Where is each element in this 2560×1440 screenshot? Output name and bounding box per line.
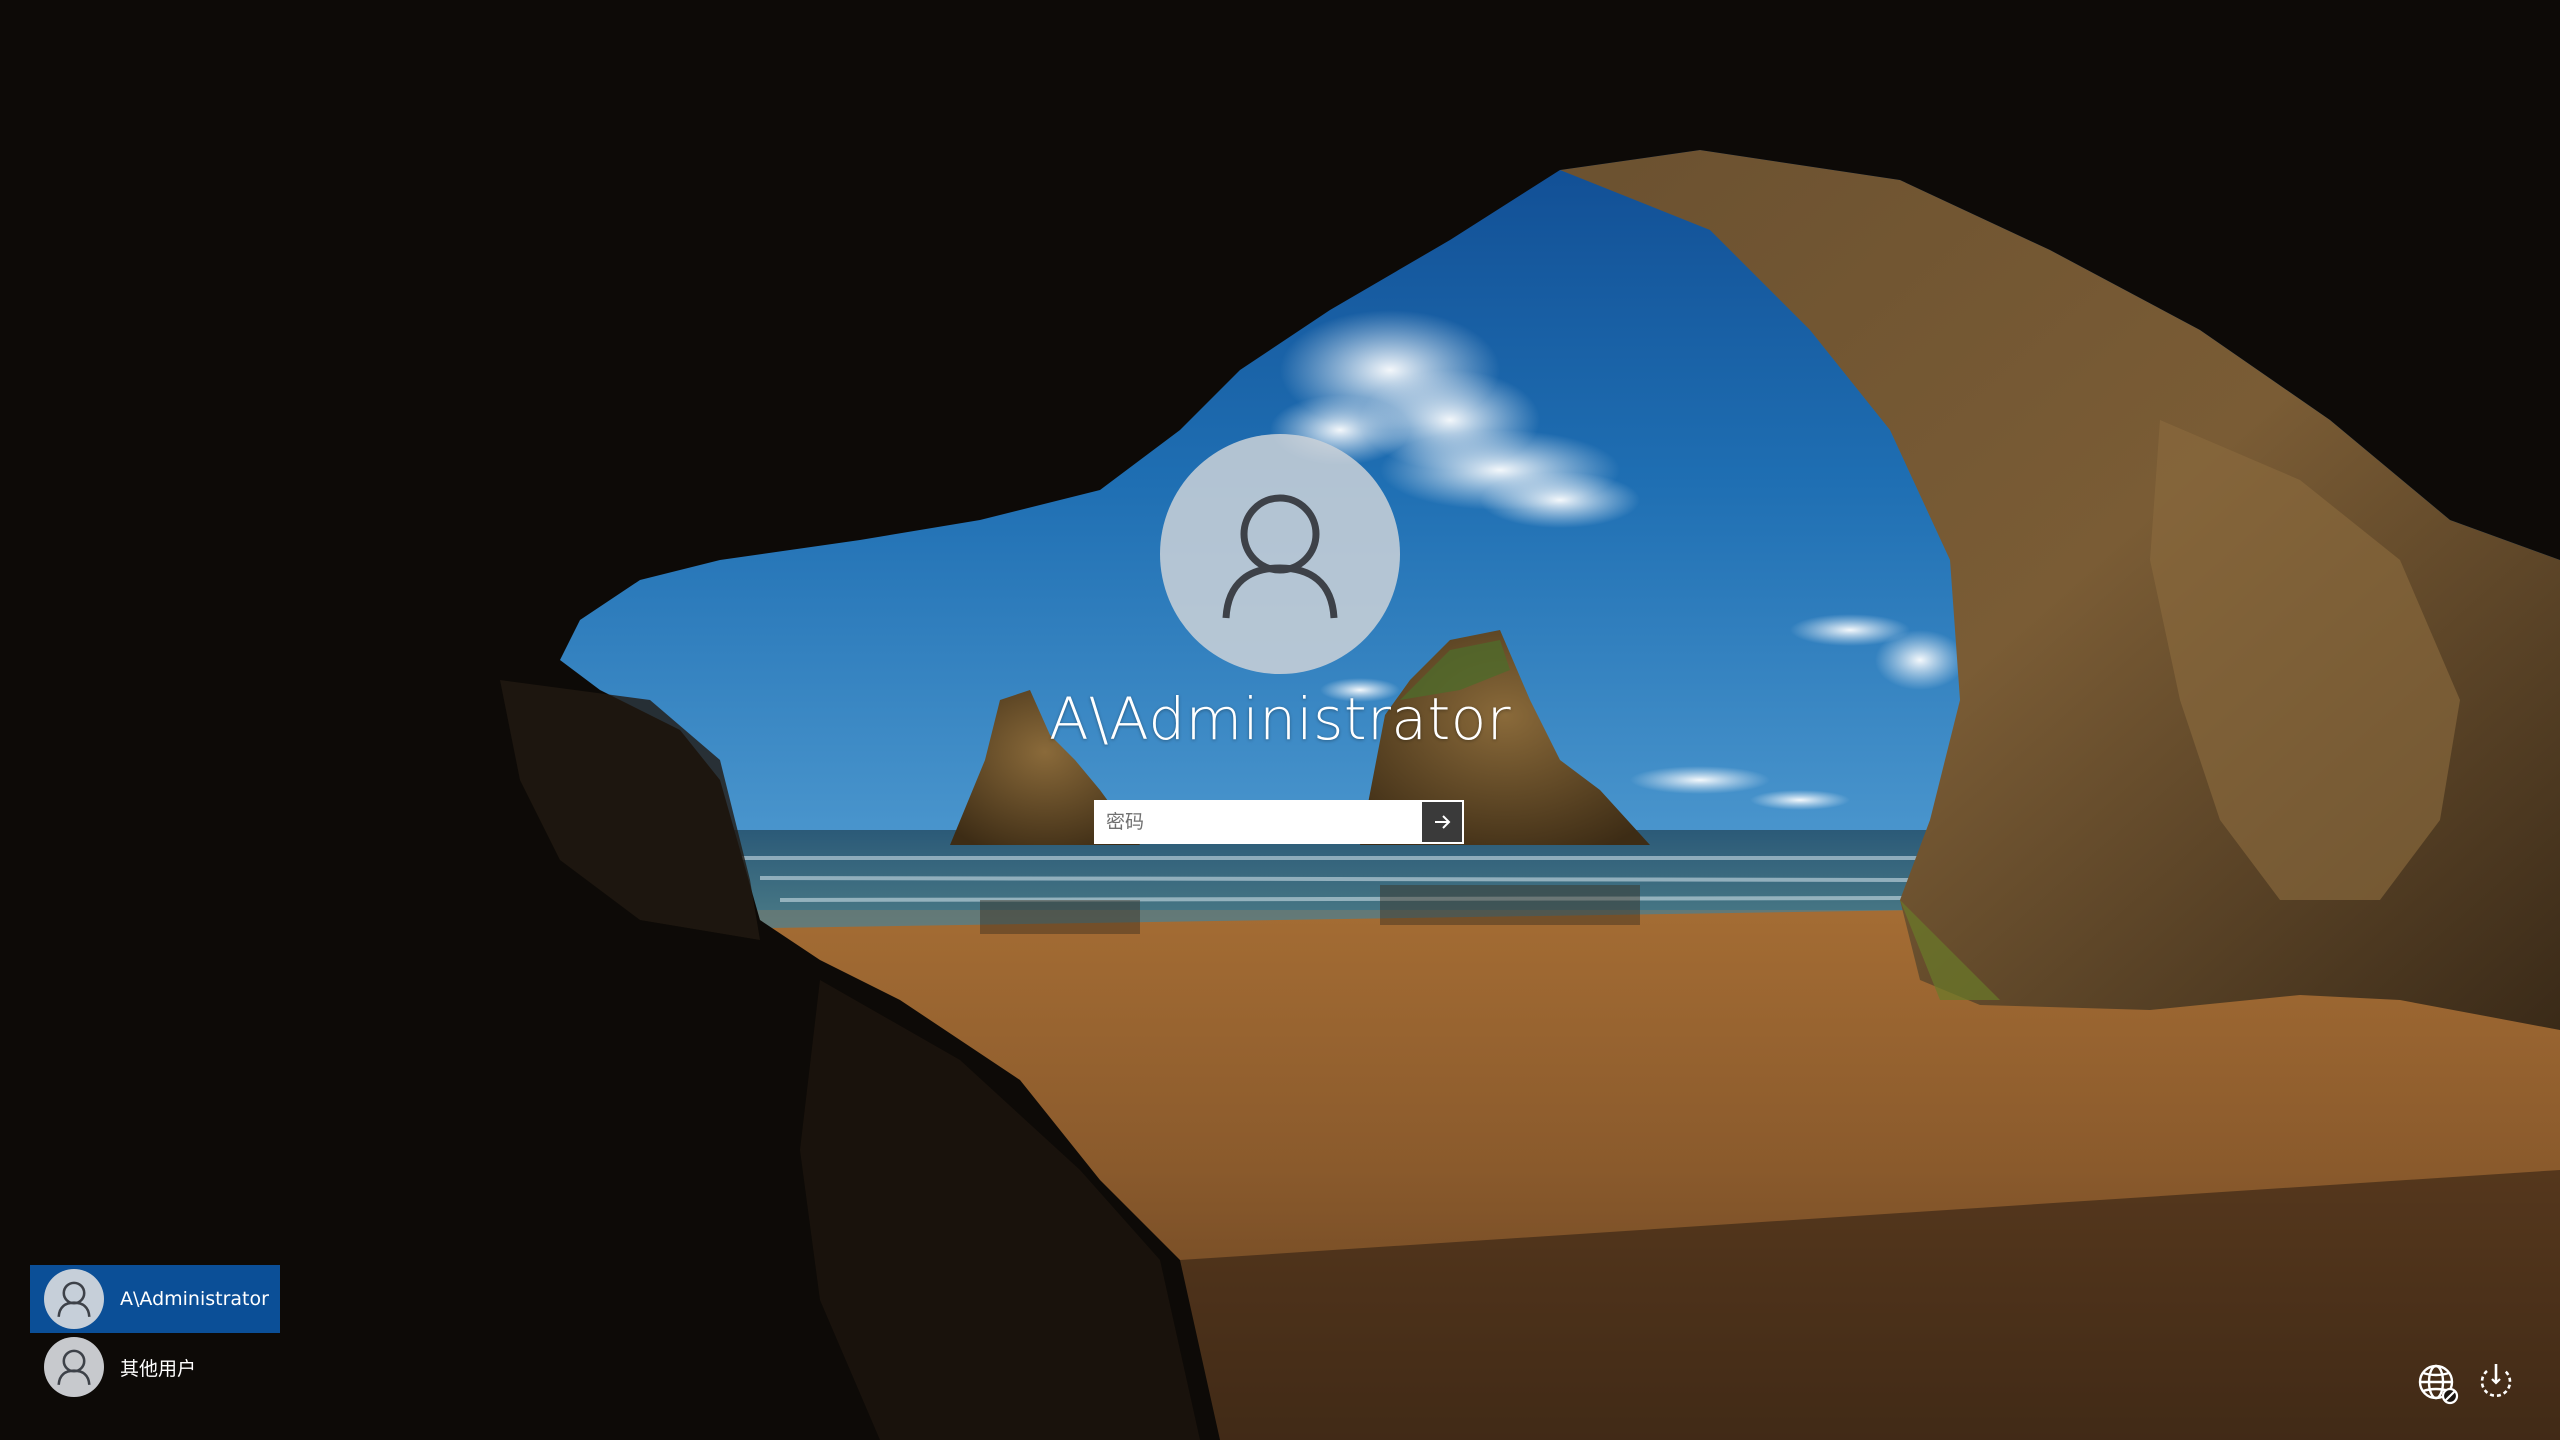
password-input[interactable] bbox=[1094, 800, 1422, 844]
user-icon bbox=[57, 1281, 91, 1317]
user-avatar bbox=[44, 1269, 104, 1329]
power-icon bbox=[2480, 1364, 2512, 1398]
user-tile-label: A\Administrator bbox=[120, 1288, 269, 1310]
globe-no-connection-icon bbox=[2418, 1364, 2459, 1405]
network-button[interactable] bbox=[2414, 1360, 2462, 1408]
submit-button[interactable] bbox=[1422, 800, 1464, 844]
user-icon bbox=[1222, 494, 1338, 619]
user-tile-label: 其他用户 bbox=[120, 1357, 197, 1380]
arrow-right-icon bbox=[1435, 815, 1451, 829]
user-tile-other-user[interactable]: 其他用户 bbox=[30, 1333, 280, 1401]
user-icon bbox=[57, 1349, 91, 1385]
user-avatar bbox=[44, 1337, 104, 1397]
user-avatar-large bbox=[1160, 434, 1400, 674]
background-wallpaper bbox=[0, 0, 2560, 1440]
user-tile-administrator[interactable]: A\Administrator bbox=[30, 1265, 280, 1333]
lock-screen: A\Administrator A\Administrator 其他用户 bbox=[0, 0, 2560, 1440]
user-list: A\Administrator 其他用户 bbox=[30, 1265, 280, 1401]
power-button[interactable] bbox=[2472, 1358, 2520, 1406]
password-row bbox=[1094, 800, 1464, 844]
